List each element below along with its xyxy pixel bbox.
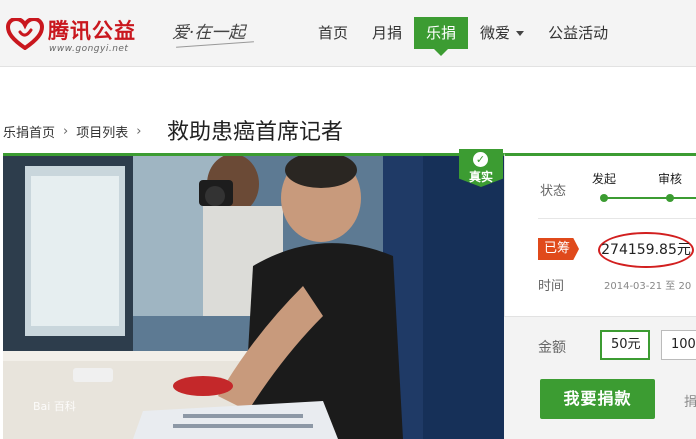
check-icon: ✓ [473,152,488,167]
nav-item-label: 乐捐 [426,24,457,42]
chevron-down-icon [516,31,525,36]
step-label-review: 审核 [658,172,683,186]
nav-item-monthly[interactable]: 月捐 [360,17,414,49]
nav-item-home[interactable]: 首页 [306,17,360,49]
breadcrumb-link-list[interactable]: 项目列表 [76,122,128,141]
raised-amount: 274159.85元 [598,232,694,268]
progress-track [604,197,696,199]
nav-item-label: 微爱 [480,24,511,42]
photo-watermark: Bai 百科 [33,400,76,413]
step-label-launch: 发起 [592,172,617,186]
time-label: 时间 [538,279,565,294]
verified-label: 真实 [468,170,493,184]
project-photo [3,156,504,439]
amount-option-100[interactable]: 100元 [661,330,696,360]
progress-dot-review [666,194,674,202]
time-value: 2014-03-21 至 20 [604,281,692,292]
nav-item-activities[interactable]: 公益活动 [536,17,620,49]
verified-badge: ✓ 真实 [459,149,503,187]
brand-slogan: 爱·在一起 [172,14,258,54]
nav-item-label: 首页 [318,24,349,42]
status-label: 状态 [540,184,567,199]
site-header: 腾讯公益 www.gongyi.net 爱·在一起 首页 月捐 乐捐 微爱 公益… [0,0,696,67]
nav-item-label: 公益活动 [548,24,609,42]
breadcrumb-separator: › [63,124,69,139]
site-logo[interactable]: 腾讯公益 www.gongyi.net [6,12,156,56]
panel-divider [538,218,696,219]
breadcrumb-link-home[interactable]: 乐捐首页 [3,122,55,141]
nav-item-label: 月捐 [372,24,403,42]
raised-tag: 已筹 [538,238,580,260]
page-title: 救助患癌首席记者 [167,120,344,145]
amount-option-50[interactable]: 50元 [600,330,650,360]
heart-logo-icon [6,18,44,50]
photo-illustration [3,156,504,439]
main-nav: 首页 月捐 乐捐 微爱 公益活动 [306,17,620,56]
donate-button[interactable]: 我要捐款 [540,379,655,419]
progress-dot-launch [600,194,608,202]
nav-item-weiai[interactable]: 微爱 [468,17,536,49]
nav-item-lejuan[interactable]: 乐捐 [414,17,469,56]
breadcrumb: 乐捐首页 › 项目列表 › [3,122,149,141]
logo-url: www.gongyi.net [49,44,129,54]
logo-title: 腾讯公益 [48,19,136,43]
slogan-text: 爱·在一起 [172,23,246,43]
breadcrumb-separator: › [136,124,142,139]
donate-extra-text: 捐 [684,395,696,410]
amount-label: 金额 [538,340,566,356]
